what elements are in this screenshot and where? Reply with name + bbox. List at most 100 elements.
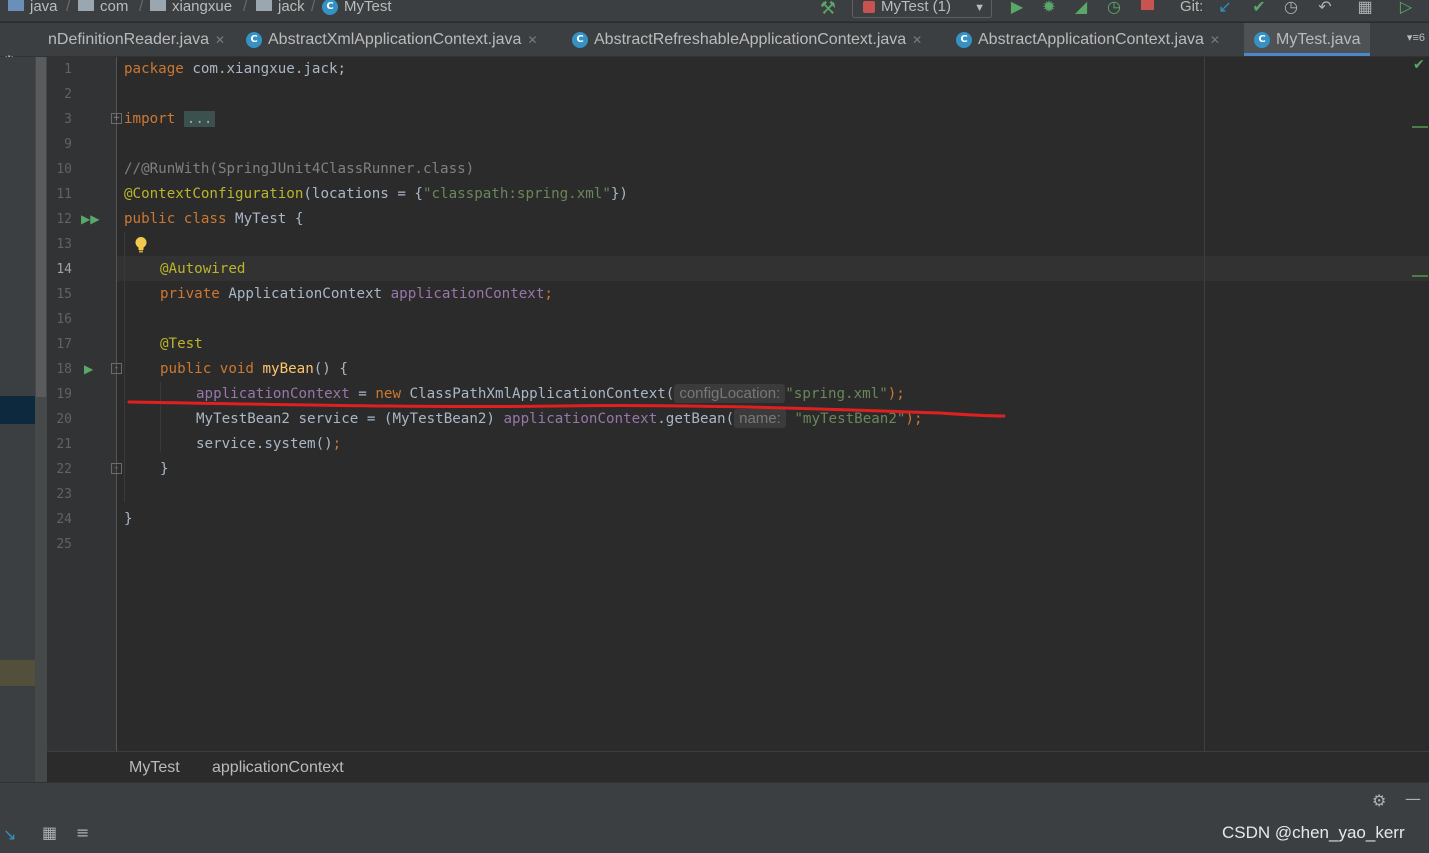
- nav-crumb-com[interactable]: com: [78, 0, 128, 18]
- code-line-15: private ApplicationContext applicationCo…: [160, 286, 553, 302]
- tab-definition-reader[interactable]: nDefinitionReader.java ✕: [48, 23, 225, 56]
- close-icon[interactable]: ✕: [215, 33, 225, 47]
- code-line-14: @Autowired: [160, 261, 246, 277]
- code-line-18: public void myBean() {: [160, 361, 348, 377]
- left-tool-strip: [0, 57, 47, 782]
- sort-icon[interactable]: ↘: [3, 825, 16, 844]
- run-gutter-icon[interactable]: ▶: [84, 362, 93, 376]
- crumb-separator: /: [66, 0, 71, 15]
- fold-collapse-icon[interactable]: -: [111, 363, 122, 374]
- run-configuration-select[interactable]: MyTest (1) ▼: [852, 0, 992, 18]
- fold-end-icon[interactable]: -: [111, 463, 122, 474]
- parameter-hint: name:: [734, 409, 786, 428]
- folder-icon: [256, 0, 272, 12]
- checkmark-icon[interactable]: ✔: [1413, 57, 1425, 73]
- run-test-class-gutter-icon[interactable]: ▶▶: [81, 212, 99, 226]
- class-icon: C: [956, 31, 972, 48]
- current-line-highlight: [117, 256, 1429, 281]
- code-line-11: @ContextConfiguration(locations = {"clas…: [124, 186, 628, 202]
- nav-crumb-mytest[interactable]: C MyTest: [322, 0, 392, 18]
- line-number: 12: [56, 212, 72, 227]
- table-icon[interactable]: ▦: [42, 823, 57, 842]
- code-line-3: import ...: [124, 107, 216, 132]
- nav-crumb-jack[interactable]: jack: [256, 0, 305, 18]
- fold-expand-icon[interactable]: +: [111, 113, 122, 124]
- indent-guide: [160, 382, 161, 452]
- crumb-separator: /: [311, 0, 316, 15]
- stop-icon[interactable]: [1136, 0, 1158, 18]
- line-number: 1: [64, 62, 72, 77]
- line-number-current: 14: [56, 262, 72, 277]
- tab-abstract-refreshable-application-context[interactable]: C AbstractRefreshableApplicationContext.j…: [572, 23, 922, 56]
- line-number: 18: [56, 362, 72, 377]
- class-icon: C: [572, 31, 588, 48]
- error-stripe: ✔: [1410, 57, 1429, 751]
- presentation-icon[interactable]: ▷: [1395, 0, 1417, 20]
- list-icon[interactable]: ≡: [76, 823, 89, 842]
- class-icon: C: [1254, 31, 1270, 48]
- line-number: 17: [56, 337, 72, 352]
- tab-mytest[interactable]: C MyTest.java: [1244, 23, 1371, 56]
- change-marker[interactable]: [1412, 275, 1428, 277]
- settings-icon[interactable]: ⚙: [1372, 791, 1386, 810]
- line-number: 25: [56, 537, 72, 552]
- close-icon[interactable]: ✕: [527, 33, 537, 47]
- line-number: 9: [64, 137, 72, 152]
- code-line-22: }: [160, 461, 169, 477]
- folder-icon: [150, 0, 166, 12]
- line-number: 20: [56, 412, 72, 427]
- minimize-icon[interactable]: —: [1405, 789, 1421, 808]
- code-line-20: MyTestBean2 service = (MyTestBean2) appl…: [196, 409, 923, 428]
- code-line-24: }: [124, 511, 133, 527]
- line-number: 21: [56, 437, 72, 452]
- lightbulb-icon[interactable]: [134, 236, 148, 254]
- change-marker[interactable]: [1412, 126, 1428, 128]
- parameter-hint: configLocation:: [674, 384, 786, 403]
- run-icon[interactable]: ▶: [1006, 0, 1028, 20]
- tab-abstract-xml-application-context[interactable]: C AbstractXmlApplicationContext.java ✕: [246, 23, 538, 56]
- coverage-icon[interactable]: ◢: [1070, 0, 1092, 20]
- line-number: 24: [56, 512, 72, 527]
- line-number: 22: [56, 462, 72, 477]
- indent-guide: [124, 232, 125, 502]
- folder-icon: [8, 0, 24, 12]
- code-line-12: public class MyTest {: [124, 211, 304, 227]
- folded-imports[interactable]: ...: [183, 111, 216, 127]
- nav-crumb-xiangxue[interactable]: xiangxue: [150, 0, 232, 18]
- code-line-21: service.system();: [196, 436, 342, 452]
- history-icon[interactable]: ◷: [1280, 0, 1302, 20]
- nav-crumb-java[interactable]: java: [8, 0, 58, 18]
- class-icon: C: [322, 0, 338, 16]
- tab-abstract-application-context[interactable]: C AbstractApplicationContext.java ✕: [956, 23, 1220, 56]
- git-update-icon[interactable]: ↙: [1214, 0, 1236, 20]
- profile-icon[interactable]: ◷: [1103, 0, 1125, 20]
- line-number: 23: [56, 487, 72, 502]
- line-number: 15: [56, 287, 72, 302]
- git-label: Git:: [1180, 0, 1204, 15]
- hammer-icon[interactable]: ⚒: [817, 0, 839, 20]
- bottom-tool-window: ⚙ — ↘ ▦ ≡: [0, 782, 1429, 853]
- rollback-icon[interactable]: ↶: [1314, 0, 1336, 20]
- debug-icon[interactable]: ✹: [1038, 0, 1060, 20]
- editor-breadcrumb: MyTest › applicationContext: [47, 751, 1429, 782]
- navigation-bar: java / com / xiangxue / jack / C MyTest ⚒…: [0, 0, 1429, 22]
- breadcrumb-class[interactable]: MyTest: [129, 752, 180, 783]
- class-icon: C: [246, 31, 262, 48]
- close-icon[interactable]: ✕: [912, 33, 922, 47]
- junit-icon: [863, 1, 875, 14]
- left-scrollbar[interactable]: [35, 57, 47, 782]
- line-number: 2: [64, 87, 72, 102]
- scrollbar-thumb[interactable]: [36, 57, 46, 397]
- project-structure-icon[interactable]: ▦: [1354, 0, 1376, 20]
- code-line-17: @Test: [160, 336, 203, 352]
- line-number: 13: [56, 237, 72, 252]
- folder-icon: [78, 0, 94, 12]
- line-number: 16: [56, 312, 72, 327]
- breadcrumb-member[interactable]: applicationContext: [212, 752, 344, 783]
- tab-overflow-menu[interactable]: ▾≡6: [1407, 31, 1425, 44]
- git-commit-icon[interactable]: ✔: [1248, 0, 1270, 20]
- close-icon[interactable]: ✕: [1210, 33, 1220, 47]
- crumb-separator: /: [139, 0, 144, 15]
- chevron-down-icon: ▼: [974, 2, 985, 14]
- line-number: 11: [56, 187, 72, 202]
